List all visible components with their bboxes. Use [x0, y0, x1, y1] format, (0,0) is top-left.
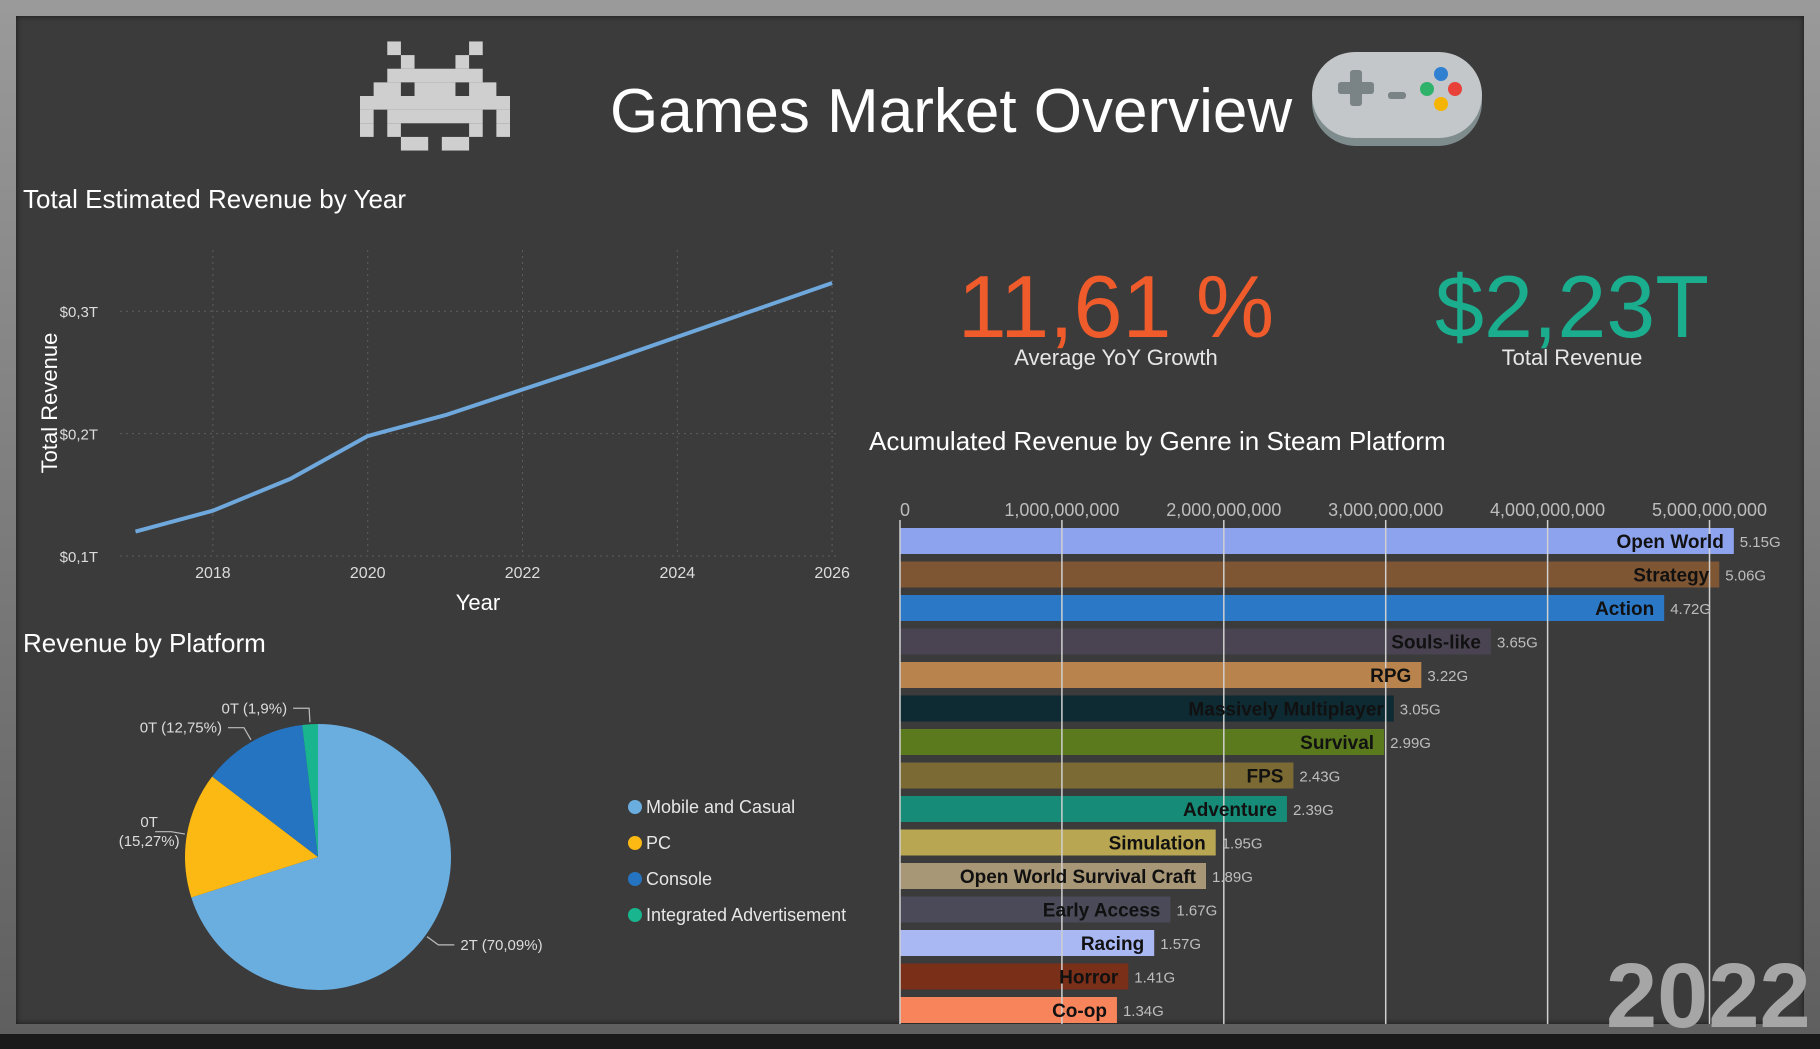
bar-value-label: 5.06G	[1725, 568, 1766, 585]
legend-item[interactable]: Integrated Advertisement	[628, 897, 846, 933]
pie-leader-line	[293, 707, 311, 723]
y-tick-label: $0,1T	[60, 549, 98, 566]
pie-data-label: 0T (1,9%)	[222, 700, 288, 717]
x-tick-label: 5,000,000,000	[1652, 500, 1767, 520]
x-tick-label: 4,000,000,000	[1490, 500, 1605, 520]
x-tick-label: 2020	[350, 565, 386, 582]
kpi-revenue-value: $2,23T	[1435, 257, 1709, 356]
legend-swatch	[628, 908, 642, 922]
bar-category-label: Souls-like	[1391, 633, 1481, 654]
bar-category-label: Horror	[1059, 968, 1119, 989]
bar-value-label: 1.67G	[1176, 903, 1217, 920]
bar-open-world	[900, 528, 1734, 554]
line-chart: $0,1T $0,2T $0,3T 2018 2020 2022 2024 2026 Year T…	[37, 250, 850, 615]
legend-swatch	[628, 836, 642, 850]
x-tick-label: 2018	[195, 565, 231, 582]
legend-label: PC	[646, 832, 672, 853]
pie-legend: Mobile and Casual PC Console Integrated Adv…	[628, 789, 846, 933]
bar-category-label: Co-op	[1052, 1001, 1107, 1022]
bar-category-label: Racing	[1081, 934, 1144, 955]
bar-category-label: Adventure	[1183, 800, 1277, 821]
bar-rpg	[900, 662, 1422, 688]
bar-category-label: Action	[1595, 599, 1654, 620]
legend-label: Mobile and Casual	[646, 796, 796, 817]
bar-value-label: 3.65G	[1497, 635, 1538, 652]
x-axis-label: Year	[456, 590, 500, 615]
x-tick-label: 3,000,000,000	[1328, 500, 1443, 520]
legend-swatch	[628, 800, 642, 814]
pie-data-label: (15,27%)	[119, 833, 180, 850]
pie-chart: 2T (70,09%) 0T (15,27%) 0T (12,75%)0T (1,9%…	[119, 700, 543, 990]
legend-item[interactable]: Console	[628, 861, 846, 897]
y-tick-label: $0,2T	[60, 427, 98, 444]
legend-item[interactable]: PC	[628, 825, 846, 861]
bar-category-label: Strategy	[1633, 566, 1709, 587]
x-tick-label: 2,000,000,000	[1166, 500, 1281, 520]
bar-category-label: Massively Multiplayer	[1188, 700, 1384, 721]
bar-category-label: Survival	[1300, 733, 1374, 754]
legend-item[interactable]: Mobile and Casual	[628, 789, 846, 825]
bar-chart: 0 1,000,000,000 2,000,000,000 3,000,000,000…	[899, 500, 1781, 1024]
x-tick-label: 2024	[660, 565, 696, 582]
bar-category-label: Open World Survival Craft	[960, 867, 1197, 888]
pie-data-label: 0T (12,75%)	[140, 720, 222, 737]
bar-category-label: Early Access	[1043, 901, 1161, 922]
bar-value-label: 1.89G	[1212, 869, 1253, 886]
page-title: Games Market Overview	[610, 77, 1293, 146]
kpi-revenue-label: Total Revenue	[1501, 345, 1643, 370]
gamepad-icon	[1312, 52, 1482, 146]
bar-category-label: FPS	[1246, 767, 1283, 788]
kpi-growth-value: 11,61 %	[957, 257, 1275, 356]
y-tick-label: $0,3T	[60, 304, 98, 321]
year-label: 2022	[1606, 945, 1811, 1047]
legend-label: Console	[646, 868, 713, 889]
bar-chart-title: Acumulated Revenue by Genre in Steam Pla…	[869, 426, 1446, 456]
pie-data-label: 0T	[140, 814, 158, 831]
line-chart-title: Total Estimated Revenue by Year	[23, 184, 407, 214]
bar-value-label: 1.95G	[1222, 836, 1263, 853]
pie-leader-line	[426, 936, 455, 946]
pie-chart-title: Revenue by Platform	[23, 628, 266, 658]
bar-strategy	[900, 561, 1720, 588]
x-tick-label: 2022	[505, 565, 541, 582]
bar-value-label: 1.57G	[1160, 936, 1201, 953]
bar-value-label: 2.39G	[1293, 802, 1334, 819]
bar-category-label: RPG	[1370, 666, 1411, 687]
x-tick-label: 2026	[814, 565, 850, 582]
bar-value-label: 4.72G	[1670, 601, 1711, 618]
x-tick-label: 0	[900, 500, 910, 520]
revenue-line	[134, 281, 833, 534]
y-axis-label: Total Revenue	[37, 333, 62, 474]
bar-value-label: 1.41G	[1134, 970, 1175, 987]
bar-action	[900, 595, 1665, 621]
bar-value-label: 3.05G	[1400, 702, 1441, 719]
bar-category-label: Open World	[1616, 532, 1723, 553]
pie-data-label: 2T (70,09%)	[460, 937, 542, 954]
bar-value-label: 2.99G	[1390, 735, 1431, 752]
space-invader-icon	[360, 41, 510, 151]
x-tick-label: 1,000,000,000	[1004, 500, 1119, 520]
pie-leader-line	[227, 727, 252, 741]
bar-value-label: 1.34G	[1123, 1003, 1164, 1020]
legend-swatch	[628, 872, 642, 886]
bar-fps	[900, 762, 1294, 789]
dashboard: Games Market Overview Total Estimated Re…	[16, 16, 1811, 1047]
bar-value-label: 3.22G	[1427, 668, 1468, 685]
bar-value-label: 2.43G	[1299, 769, 1340, 786]
kpi-growth-label: Average YoY Growth	[1014, 345, 1218, 370]
legend-label: Integrated Advertisement	[646, 904, 847, 925]
bar-category-label: Simulation	[1109, 834, 1206, 855]
bar-value-label: 5.15G	[1740, 534, 1781, 551]
